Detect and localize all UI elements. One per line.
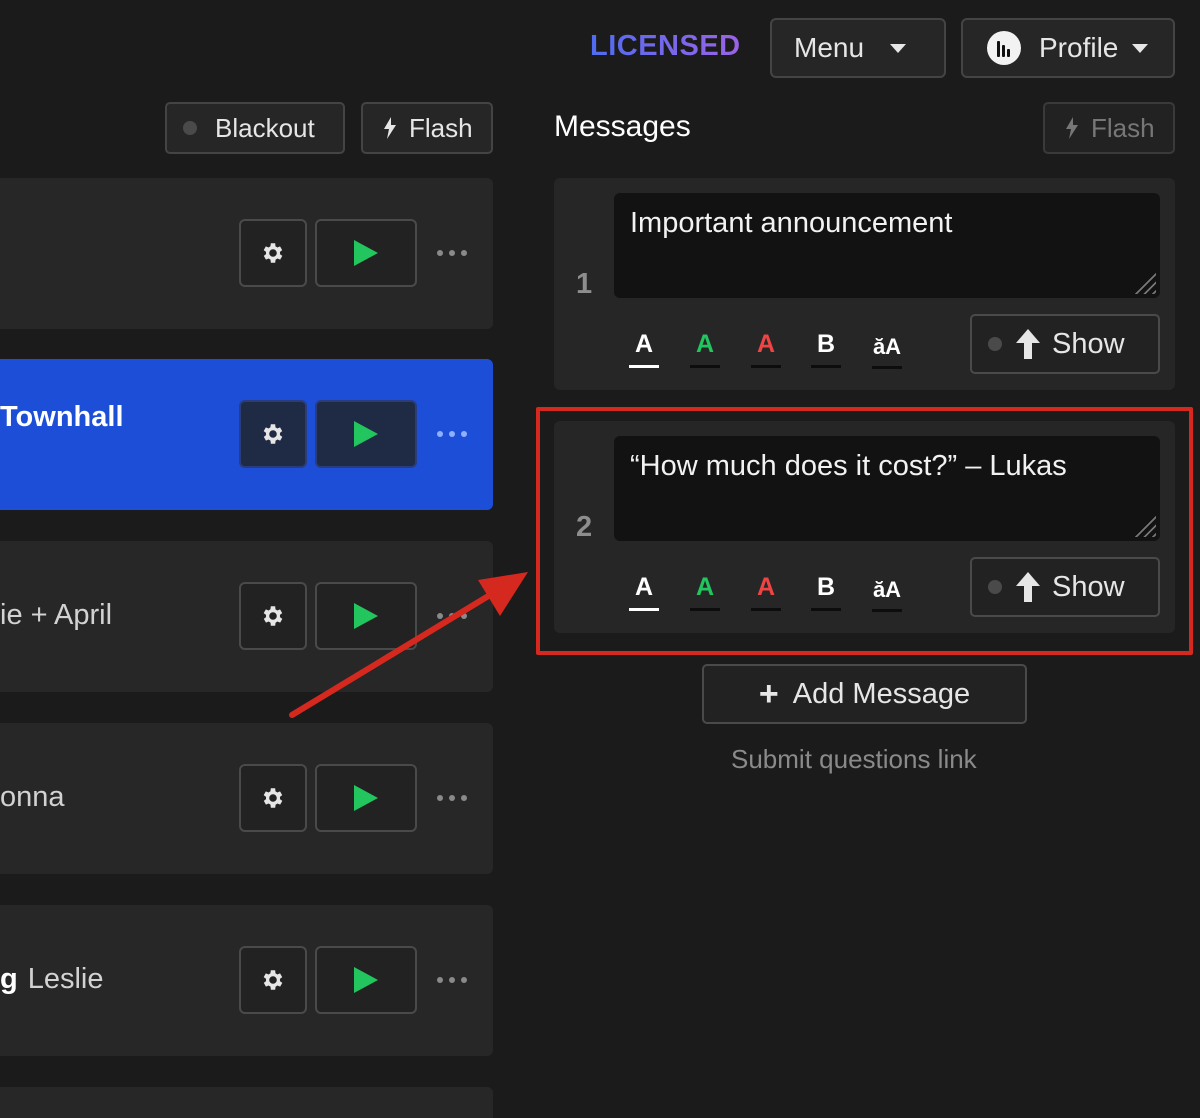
format-case-button[interactable]: ăA [872,334,902,369]
messages-title: Messages [554,110,691,143]
messages-flash-button[interactable]: Flash [1043,102,1175,154]
format-red-button[interactable]: A [751,330,781,368]
up-arrow-icon [1016,329,1040,359]
gear-icon [263,788,283,808]
message-text-input[interactable]: Important announcement [614,193,1160,298]
gear-icon [263,243,283,263]
timer-title: Townhall [0,401,124,433]
messages-flash-label: Flash [1091,112,1155,143]
message-text: Important announcement [630,207,953,239]
profile-logo-icon [987,31,1021,65]
timer-row[interactable] [0,1087,493,1118]
timer-play-button[interactable] [315,946,417,1014]
timer-title: onna [0,781,65,813]
timer-title-bold: g [0,963,18,995]
annotation-arrow-icon [289,572,528,718]
annotation-highlight-box [536,407,1193,655]
submit-questions-link[interactable]: Submit questions link [731,744,977,775]
timer-play-button[interactable] [315,400,417,468]
format-green-button[interactable]: A [690,330,720,368]
flash-icon [1066,117,1078,139]
more-icon[interactable] [437,244,467,262]
blackout-status-dot [183,121,197,135]
timer-title: g Leslie [0,963,104,996]
gear-icon [263,424,283,444]
format-white-button[interactable]: A [629,330,659,368]
timer-row[interactable] [0,178,493,329]
more-icon[interactable] [437,789,467,807]
show-label: Show [1052,327,1125,360]
flash-label: Flash [409,112,473,143]
play-icon [354,240,378,266]
play-icon [354,785,378,811]
more-icon[interactable] [437,971,467,989]
timer-settings-button[interactable] [239,400,307,468]
timer-settings-button[interactable] [239,219,307,287]
profile-label: Profile [1039,32,1119,63]
add-message-button[interactable]: + Add Message [702,664,1027,724]
timer-title: ie + April [0,599,113,631]
flash-button[interactable]: Flash [361,102,493,154]
blackout-button[interactable]: Blackout [165,102,345,154]
add-message-label: Add Message [792,677,971,710]
resize-handle-icon[interactable] [1134,272,1156,294]
license-badge: LICENSED [590,30,741,62]
show-status-dot [988,337,1002,351]
timer-row[interactable]: onna [0,723,493,874]
message-card: 1 Important announcement A A A B ăA Show [554,178,1175,390]
caret-down-icon [1132,43,1149,53]
more-icon[interactable] [437,425,467,443]
menu-label: Menu [794,32,865,63]
format-bold-button[interactable]: B [811,330,841,368]
timer-title-name: Leslie [27,963,104,995]
play-icon [354,421,378,447]
menu-button[interactable]: Menu [770,18,946,78]
caret-down-icon [890,43,907,53]
timer-play-button[interactable] [315,219,417,287]
message-show-button[interactable]: Show [970,314,1160,374]
timer-row-active[interactable]: Townhall [0,359,493,510]
gear-icon [263,970,283,990]
message-number: 1 [576,268,593,300]
timer-settings-button[interactable] [239,946,307,1014]
blackout-label: Blackout [215,112,315,143]
timer-play-button[interactable] [315,764,417,832]
play-icon [354,967,378,993]
plus-icon: + [758,674,779,713]
flash-icon [384,117,396,139]
timer-settings-button[interactable] [239,764,307,832]
timer-row[interactable]: g Leslie [0,905,493,1056]
profile-button[interactable]: Profile [961,18,1175,78]
